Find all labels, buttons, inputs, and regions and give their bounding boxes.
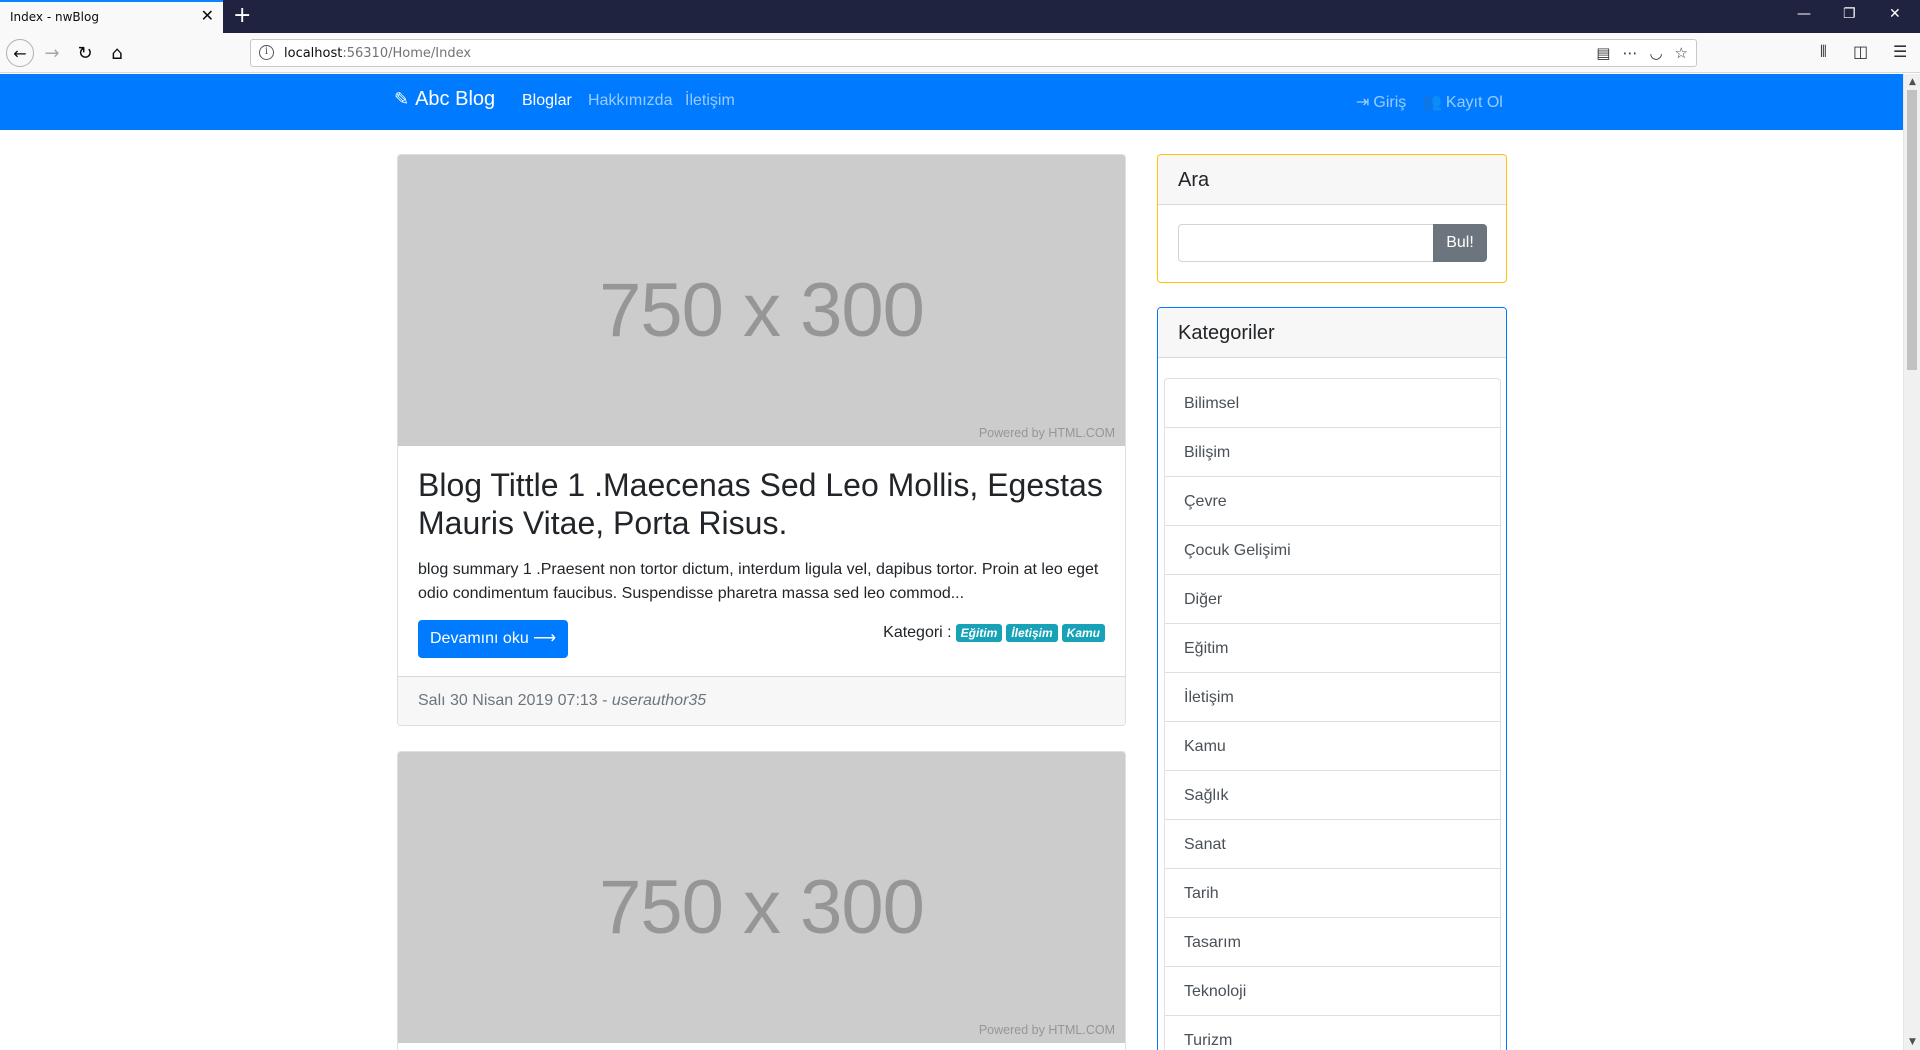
search-widget: Ara Bul! [1157, 154, 1507, 283]
search-button[interactable]: Bul! [1433, 224, 1487, 262]
register-label: Kayıt Ol [1445, 94, 1503, 111]
address-bar[interactable]: i localhost:56310/Home/Index ▤ ⋯ ◡ ☆ [250, 39, 1697, 67]
placeholder-credit: Powered by HTML.COM [978, 1023, 1115, 1037]
category-item[interactable]: Bilimsel [1165, 379, 1500, 428]
sign-in-icon: ⇥ [1356, 94, 1370, 111]
login-label: Giriş [1373, 94, 1407, 111]
new-tab-icon[interactable]: + [233, 4, 251, 28]
post-body: Blog Tittle 1 .Maecenas Sed Leo Mollis, … [398, 446, 1125, 676]
search-form: Bul! [1178, 224, 1506, 262]
browser-tab[interactable]: Index - nwBlog ✕ [0, 0, 223, 33]
category-item[interactable]: Bilişim [1165, 428, 1500, 477]
pocket-icon[interactable]: ◡ [1649, 44, 1662, 62]
restore-icon[interactable]: ❐ [1843, 6, 1856, 22]
page-actions-icon[interactable]: ⋯ [1622, 44, 1637, 62]
scroll-up-icon[interactable]: ▲ [1904, 74, 1920, 90]
category-badge-kamu[interactable]: Kamu [1061, 624, 1105, 642]
categories-widget-title: Kategoriler [1158, 308, 1506, 358]
url-path: :56310/Home/Index [342, 46, 472, 61]
brand-label: Abc Blog [415, 88, 496, 110]
category-item[interactable]: Sanat [1165, 820, 1500, 869]
placeholder-size-text: 750 x 300 [599, 865, 925, 950]
category-item[interactable]: Turizm [1165, 1016, 1500, 1050]
url-actions: ▤ ⋯ ◡ ☆ [1596, 44, 1688, 62]
post-date: Salı 30 Nisan 2019 07:13 [418, 692, 598, 709]
bookmark-star-icon[interactable]: ☆ [1675, 44, 1688, 62]
category-item[interactable]: Çocuk Gelişimi [1165, 526, 1500, 575]
category-item[interactable]: Sağlık [1165, 771, 1500, 820]
category-item[interactable]: Tarih [1165, 869, 1500, 918]
site-brand[interactable]: ✎ Abc Blog [394, 88, 495, 111]
reader-view-icon[interactable]: ▤ [1596, 44, 1610, 62]
placeholder-size-text: 750 x 300 [599, 268, 925, 353]
placeholder-credit: Powered by HTML.COM [978, 426, 1115, 440]
post-title: Blog Tittle 1 .Maecenas Sed Leo Mollis, … [418, 467, 1103, 541]
blog-post-card: 750 x 300 Powered by HTML.COM Blog Tittl… [397, 154, 1126, 726]
login-link[interactable]: ⇥ Giriş [1356, 92, 1406, 112]
category-item[interactable]: Çevre [1165, 477, 1500, 526]
category-item[interactable]: Eğitim [1165, 624, 1500, 673]
library-icon[interactable]: ⫴ [1820, 42, 1827, 62]
browser-tab-strip: Index - nwBlog ✕ + — ❐ ✕ [0, 0, 1920, 33]
post-categories: Kategori : Eğitim İletişim Kamu [883, 624, 1105, 642]
url-host: localhost [284, 46, 343, 61]
categories-widget: Kategoriler Bilimsel Bilişim Çevre Çocuk… [1157, 307, 1507, 1050]
search-input[interactable] [1178, 224, 1434, 262]
site-info-icon[interactable]: i [259, 45, 274, 60]
post-author[interactable]: userauthor35 [612, 692, 706, 709]
sidebar-toggle-icon[interactable]: ◫ [1853, 42, 1868, 61]
post-image-placeholder: 750 x 300 Powered by HTML.COM [398, 155, 1125, 446]
category-badge-iletisim[interactable]: İletişim [1006, 624, 1058, 642]
category-label: Kategori : [883, 624, 952, 641]
search-widget-title: Ara [1158, 155, 1506, 205]
category-item[interactable]: Diğer [1165, 575, 1500, 624]
browser-toolbar: ← → ↻ ⌂ i localhost:56310/Home/Index ▤ ⋯… [0, 33, 1920, 73]
site-navbar: ✎ Abc Blog Bloglar Hakkımızda İletişim ⇥… [0, 74, 1903, 130]
register-link[interactable]: 👥 Kayıt Ol [1422, 92, 1503, 112]
scroll-down-icon[interactable]: ▼ [1904, 1034, 1920, 1050]
category-item[interactable]: Kamu [1165, 722, 1500, 771]
category-item[interactable]: Teknoloji [1165, 967, 1500, 1016]
page-scrollbar[interactable]: ▲ ▼ [1903, 74, 1920, 1050]
category-item[interactable]: Tasarım [1165, 918, 1500, 967]
post-image-placeholder: 750 x 300 Powered by HTML.COM [398, 752, 1125, 1043]
nav-link-hakkimizda[interactable]: Hakkımızda [588, 92, 672, 110]
read-more-button[interactable]: Devamını oku ⟶ [418, 620, 569, 658]
page-viewport: ✎ Abc Blog Bloglar Hakkımızda İletişim ⇥… [0, 74, 1903, 1050]
pencil-icon: ✎ [394, 89, 410, 109]
minimize-icon[interactable]: — [1797, 6, 1811, 22]
category-item[interactable]: İletişim [1165, 673, 1500, 722]
back-arrow-icon[interactable]: ← [6, 39, 34, 67]
category-list: Bilimsel Bilişim Çevre Çocuk Gelişimi Di… [1164, 378, 1501, 1050]
home-icon[interactable]: ⌂ [104, 40, 130, 66]
url-text[interactable]: localhost:56310/Home/Index [284, 46, 471, 61]
category-badge-egitim[interactable]: Eğitim [955, 624, 1003, 642]
post-summary: blog summary 1 .Praesent non tortor dict… [418, 561, 1099, 602]
close-tab-icon[interactable]: ✕ [201, 8, 214, 24]
reload-icon[interactable]: ↻ [72, 40, 98, 66]
nav-link-iletisim[interactable]: İletişim [685, 92, 735, 110]
nav-link-bloglar[interactable]: Bloglar [522, 92, 572, 110]
scroll-thumb[interactable] [1907, 90, 1917, 370]
blog-post-card: 750 x 300 Powered by HTML.COM [397, 751, 1126, 1050]
close-window-icon[interactable]: ✕ [1889, 6, 1901, 22]
menu-hamburger-icon[interactable]: ☰ [1893, 42, 1907, 61]
forward-arrow-icon[interactable]: → [39, 40, 65, 66]
post-footer: Salı 30 Nisan 2019 07:13 - userauthor35 [398, 676, 1125, 725]
users-icon: 👥 [1422, 94, 1442, 111]
tab-title: Index - nwBlog [10, 10, 99, 24]
post-actions: Devamını oku ⟶ Kategori : Eğitim İletişi… [418, 620, 1105, 658]
